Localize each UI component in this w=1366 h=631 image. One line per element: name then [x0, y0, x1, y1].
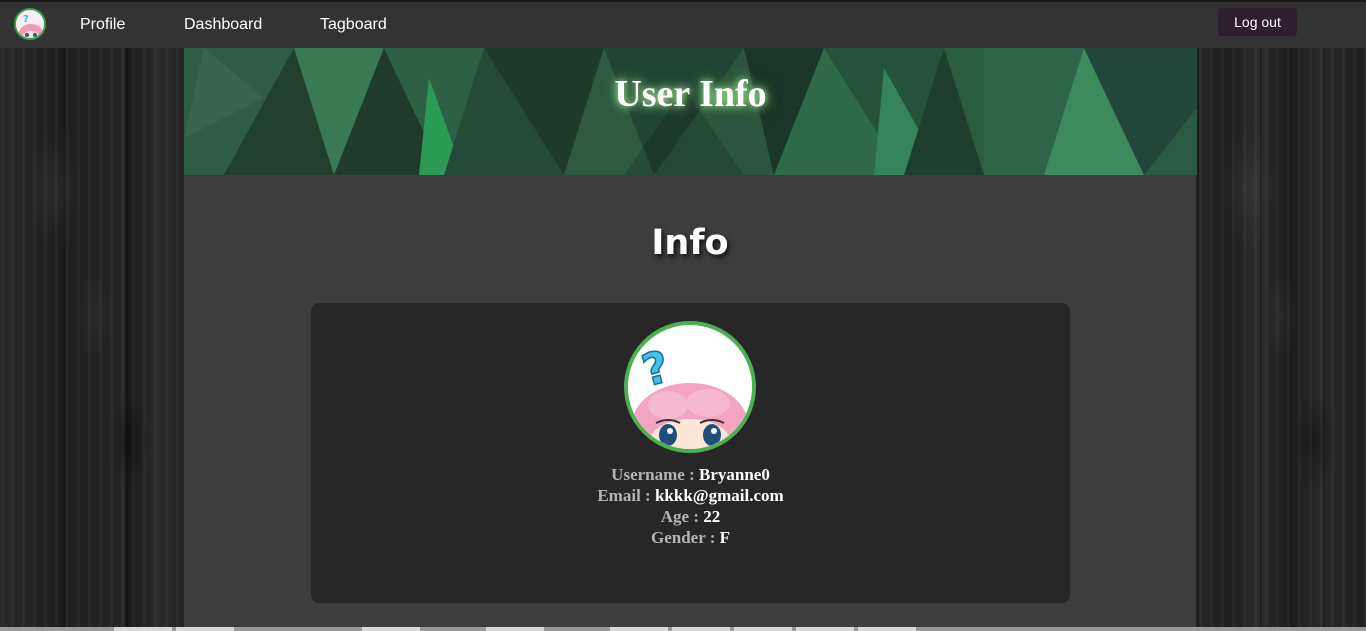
gender-label: Gender :: [650, 528, 716, 547]
user-info-card: ? Username : Bryanne0 Email : kkkk@gmail…: [311, 303, 1070, 603]
nav-avatar-icon[interactable]: ?: [14, 8, 46, 40]
taskbar-item[interactable]: [486, 627, 544, 631]
username-row: Username : Bryanne0: [311, 465, 1070, 485]
page-title: User Info: [614, 73, 767, 115]
taskbar-item[interactable]: [114, 627, 172, 631]
wood-background-left: [0, 0, 184, 631]
age-label: Age :: [660, 507, 699, 526]
nav-link-tagboard[interactable]: Tagboard: [320, 16, 387, 34]
taskbar-item[interactable]: [176, 627, 234, 631]
logout-button[interactable]: Log out: [1218, 8, 1297, 36]
email-value: kkkk@gmail.com: [654, 486, 784, 505]
taskbar-item[interactable]: [858, 627, 916, 631]
email-label: Email :: [597, 486, 651, 505]
username-label: Username :: [611, 465, 695, 484]
main-panel: Info ? Username : Bryanne0 Email: kkkk@…: [184, 175, 1196, 631]
top-navbar: ? Profile Dashboard Tagboard Log out: [0, 0, 1366, 48]
section-title: Info: [651, 223, 729, 263]
taskbar-item[interactable]: [734, 627, 792, 631]
nav-link-dashboard[interactable]: Dashboard: [184, 16, 262, 34]
age-row: Age : 22: [311, 507, 1070, 527]
email-row: Email : kkkk@gmail.com: [311, 486, 1070, 506]
wood-background-right: [1197, 0, 1366, 631]
taskbar-item[interactable]: [362, 627, 420, 631]
svg-text:?: ?: [23, 14, 29, 25]
page-banner: User Info: [184, 48, 1197, 175]
nav-link-profile[interactable]: Profile: [80, 16, 125, 34]
gender-value: F: [719, 528, 730, 547]
taskbar-item[interactable]: [796, 627, 854, 631]
username-value: Bryanne0: [698, 465, 770, 484]
taskbar-item[interactable]: [672, 627, 730, 631]
gender-row: Gender : F: [311, 528, 1070, 548]
age-value: 22: [703, 507, 721, 526]
profile-avatar-icon: ?: [624, 321, 756, 453]
taskbar-item[interactable]: [610, 627, 668, 631]
